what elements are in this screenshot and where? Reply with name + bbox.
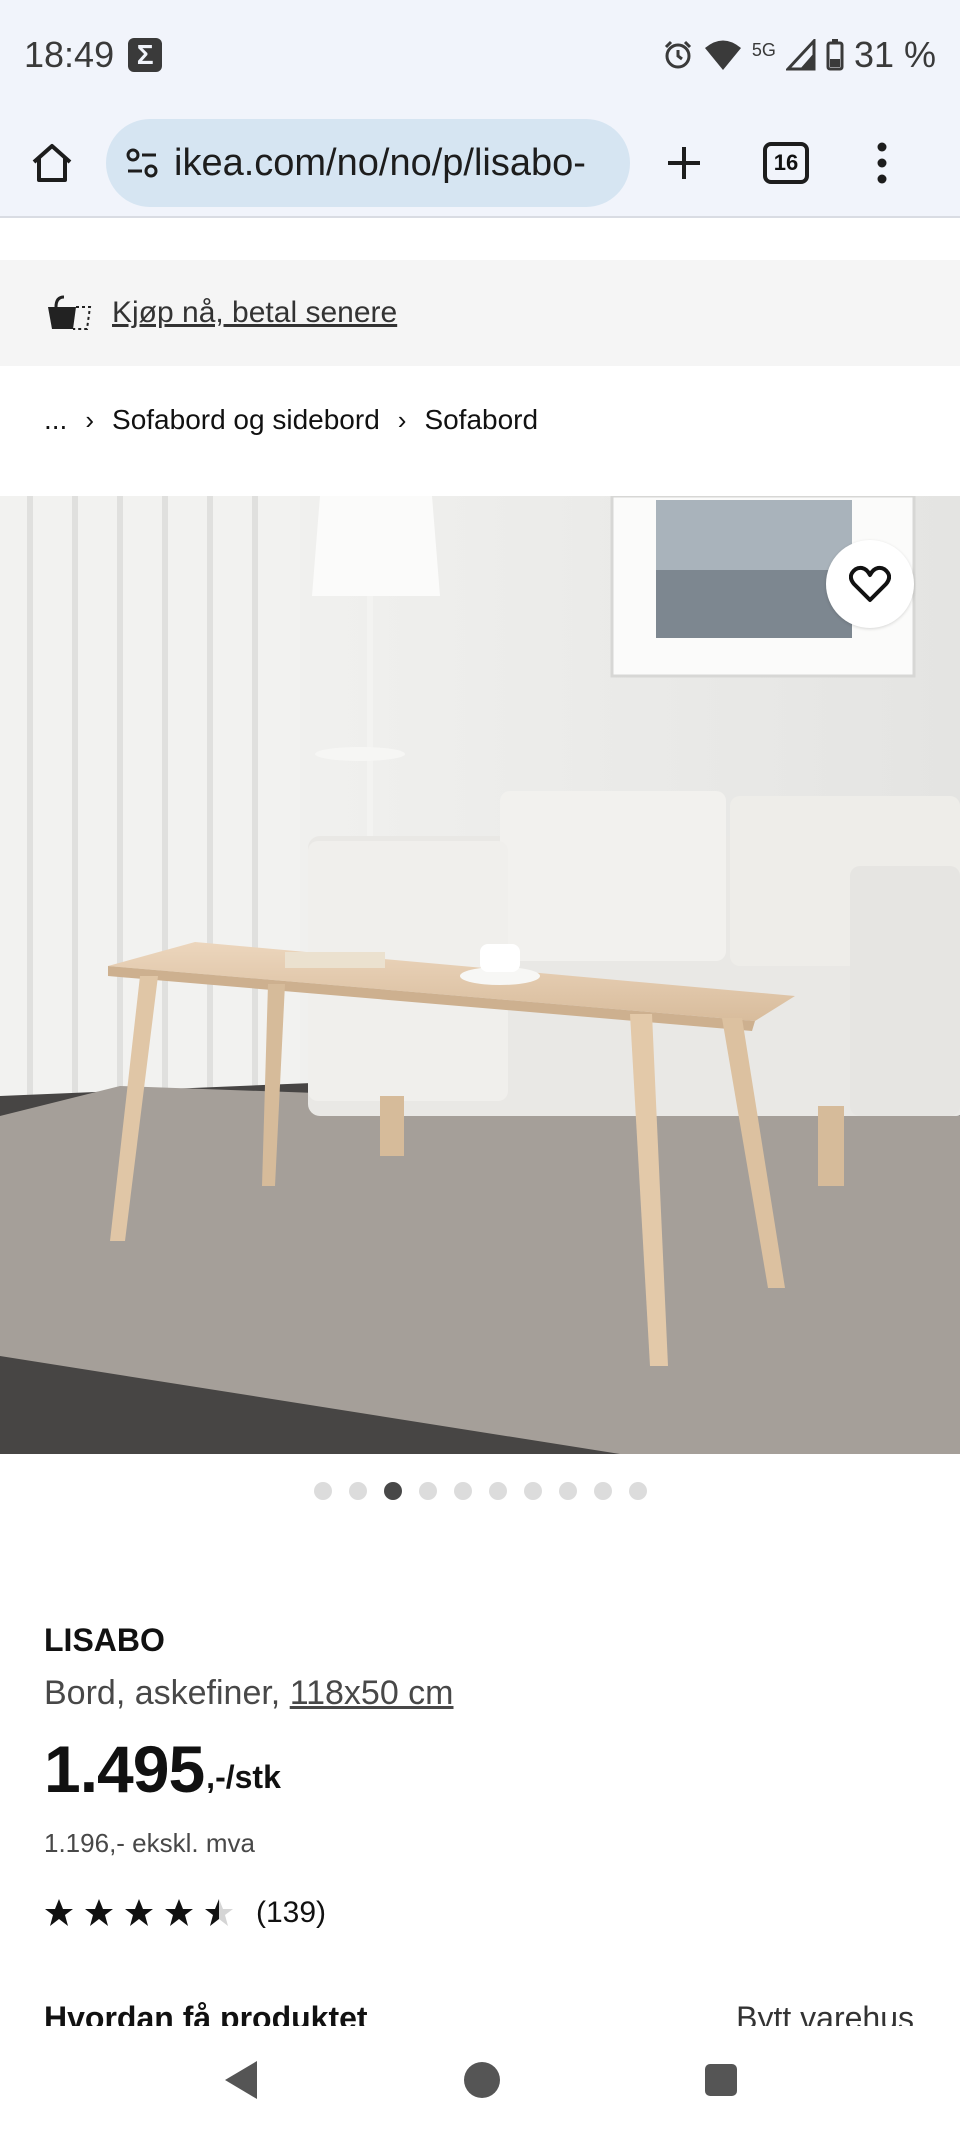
browser-menu-button[interactable] (852, 123, 912, 203)
star-icon (85, 1899, 113, 1926)
gallery-dot[interactable] (523, 1482, 542, 1500)
product-description: Bord, askefiner, 118x50 cm (44, 1674, 454, 1713)
product-image[interactable] (0, 496, 960, 1454)
status-right: 5G 31 % (662, 34, 936, 76)
shopping-bag-icon (48, 295, 92, 330)
chevron-right-icon: › (85, 404, 95, 435)
chevron-right-icon: › (397, 404, 407, 435)
network-label: 5G (751, 40, 776, 60)
system-nav-bar (0, 2026, 960, 2133)
gallery-dot[interactable] (453, 1482, 472, 1500)
product-price: 1.495 ,-/stk (44, 1736, 281, 1802)
tab-switcher-button[interactable]: 16 (746, 123, 826, 203)
home-nav-icon[interactable] (462, 2060, 502, 2100)
battery-icon (826, 39, 844, 71)
price-value: 1.495 (44, 1732, 205, 1806)
price-excl-vat: 1.196,- ekskl. mva (44, 1828, 255, 1858)
save-to-favourites-button[interactable] (826, 540, 914, 628)
star-icon (165, 1899, 193, 1926)
home-icon (32, 144, 72, 182)
battery-level: 31 % (853, 34, 936, 75)
breadcrumb-item-coffee-side-tables[interactable]: Sofabord og sidebord (112, 404, 380, 436)
recents-icon[interactable] (703, 2062, 739, 2098)
gallery-dot[interactable] (418, 1482, 437, 1500)
product-photo (0, 496, 960, 1454)
plus-icon (668, 147, 700, 179)
gallery-pagination (0, 1482, 960, 1500)
product-size-link[interactable]: 118x50 cm (290, 1674, 454, 1712)
gallery-dot[interactable] (348, 1482, 367, 1500)
gallery-dot[interactable] (628, 1482, 647, 1500)
address-bar[interactable]: ikea.com/no/no/p/lisabo- (106, 119, 630, 207)
product-rating[interactable]: (139) (44, 1896, 326, 1930)
product-name: LISABO (44, 1622, 165, 1658)
status-bar: 18:49 Σ 5G 31 % (0, 0, 960, 110)
home-button[interactable] (10, 121, 94, 205)
rating-stars (44, 1898, 234, 1928)
breadcrumb-ellipsis[interactable]: ... (44, 404, 67, 436)
product-description-text: Bord, askefiner, (44, 1674, 281, 1712)
gallery-dot[interactable] (488, 1482, 507, 1500)
gallery-dot[interactable] (558, 1482, 577, 1500)
site-settings-icon (126, 148, 158, 178)
pay-later-link[interactable]: Kjøp nå, betal senere (112, 296, 397, 330)
signal-icon (785, 39, 816, 71)
more-vert-icon (877, 142, 887, 184)
pay-later-banner[interactable]: Kjøp nå, betal senere (0, 260, 960, 366)
star-icon (45, 1899, 73, 1926)
breadcrumb: ... › Sofabord og sidebord › Sofabord (44, 398, 538, 442)
url-text: ikea.com/no/no/p/lisabo- (174, 141, 586, 184)
new-tab-button[interactable] (644, 123, 724, 203)
star-icon (205, 1899, 233, 1926)
gallery-dot[interactable] (313, 1482, 332, 1500)
alarm-icon (664, 40, 691, 69)
rating-count: (139) (256, 1896, 327, 1929)
heart-icon (849, 565, 891, 602)
breadcrumb-item-coffee-tables[interactable]: Sofabord (424, 404, 538, 436)
back-icon[interactable] (221, 2058, 261, 2102)
tab-count: 16 (763, 142, 809, 184)
star-icon (125, 1899, 153, 1926)
gallery-dot[interactable] (383, 1482, 402, 1500)
gallery-dot[interactable] (593, 1482, 612, 1500)
status-left: 18:49 Σ (24, 34, 163, 76)
price-suffix: ,-/stk (206, 1759, 281, 1795)
wifi-icon (704, 40, 741, 70)
clock: 18:49 (24, 34, 115, 75)
sigma-icon: Σ (128, 38, 163, 72)
browser-toolbar: ikea.com/no/no/p/lisabo- 16 (0, 110, 960, 218)
